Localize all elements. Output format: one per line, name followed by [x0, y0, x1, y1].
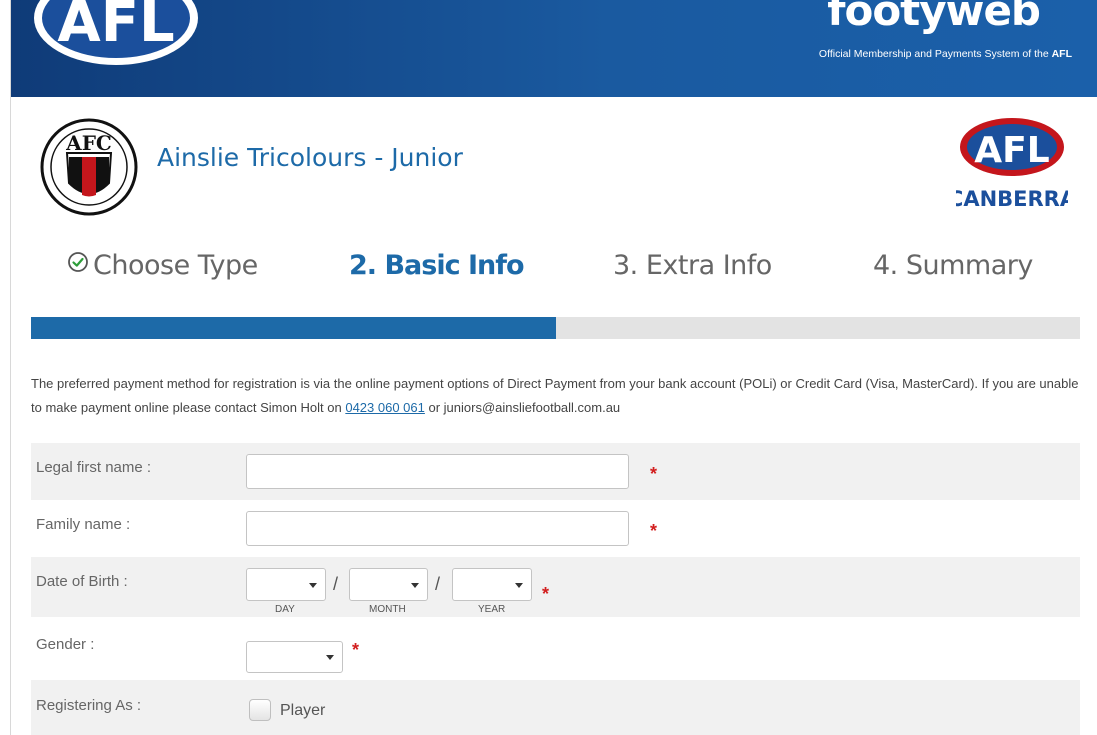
dob-day-select[interactable]	[246, 568, 326, 601]
club-title: Ainslie Tricolours - Junior	[157, 143, 463, 172]
row-family-name: Family name : *	[31, 500, 1080, 557]
afl-logo[interactable]: AFL	[31, 0, 201, 68]
row-first-name: Legal first name : *	[31, 443, 1080, 500]
brand-tagline-bold: AFL	[1051, 48, 1072, 60]
family-name-input[interactable]	[246, 511, 629, 546]
first-name-input[interactable]	[246, 454, 629, 489]
progress-bar	[31, 317, 1080, 339]
step-choose-type[interactable]: Choose Type	[67, 250, 258, 281]
club-logo: AFC	[40, 118, 138, 216]
gender-label: Gender :	[36, 636, 95, 653]
row-registering-as: Registering As : Player	[31, 680, 1080, 735]
step-basic-info: 2. Basic Info	[349, 250, 525, 281]
brand-tagline-prefix: Official Membership and Payments System …	[818, 48, 1052, 60]
year-sublabel: YEAR	[478, 604, 506, 615]
player-checkbox[interactable]	[249, 699, 271, 721]
row-date-of-birth: Date of Birth : / / * DAY MONTH YEAR	[31, 557, 1080, 617]
brand-tagline: Official Membership and Payments System …	[819, 48, 1072, 60]
afl-logo-text: AFL	[57, 0, 174, 55]
progress-bar-fill	[31, 317, 556, 339]
day-sublabel: DAY	[275, 604, 295, 615]
payment-instructions: The preferred payment method for registr…	[31, 372, 1086, 420]
date-separator: /	[435, 574, 441, 594]
required-marker: *	[542, 584, 550, 604]
phone-link[interactable]: 0423 060 061	[345, 400, 425, 415]
month-sublabel: MONTH	[369, 604, 406, 615]
check-circle-icon	[68, 252, 88, 272]
family-name-label: Family name :	[36, 516, 131, 533]
intro-email-text: or juniors@ainsliefootball.com.au	[424, 400, 621, 415]
step-summary: 4. Summary	[873, 250, 1033, 281]
afl-canberra-logo: AFL CANBERRA	[956, 118, 1068, 211]
caret-down-icon	[326, 655, 334, 660]
player-checkbox-label[interactable]: Player	[280, 702, 325, 720]
dob-month-select[interactable]	[349, 568, 428, 601]
dob-year-select[interactable]	[452, 568, 532, 601]
caret-down-icon	[309, 583, 317, 588]
footyweb-brand[interactable]: footyweb	[827, 0, 1041, 35]
canberra-text: CANBERRA	[956, 187, 1068, 211]
required-marker: *	[352, 640, 360, 660]
site-header: AFL footyweb Official Membership and Pay…	[11, 0, 1097, 97]
registering-as-label: Registering As :	[36, 697, 142, 714]
row-gender: Gender : *	[31, 617, 1080, 680]
caret-down-icon	[515, 583, 523, 588]
page-frame: AFL footyweb Official Membership and Pay…	[10, 0, 1097, 735]
afl-canberra-logo-text: AFL	[974, 130, 1049, 171]
first-name-label: Legal first name :	[36, 459, 152, 476]
required-marker: *	[650, 464, 658, 484]
required-marker: *	[650, 521, 658, 541]
dob-label: Date of Birth :	[36, 573, 128, 590]
gender-select[interactable]	[246, 641, 343, 673]
caret-down-icon	[411, 583, 419, 588]
club-logo-text: AFC	[65, 131, 112, 155]
step-extra-info: 3. Extra Info	[613, 250, 772, 281]
date-separator: /	[333, 574, 339, 594]
step-label: Choose Type	[93, 250, 258, 281]
